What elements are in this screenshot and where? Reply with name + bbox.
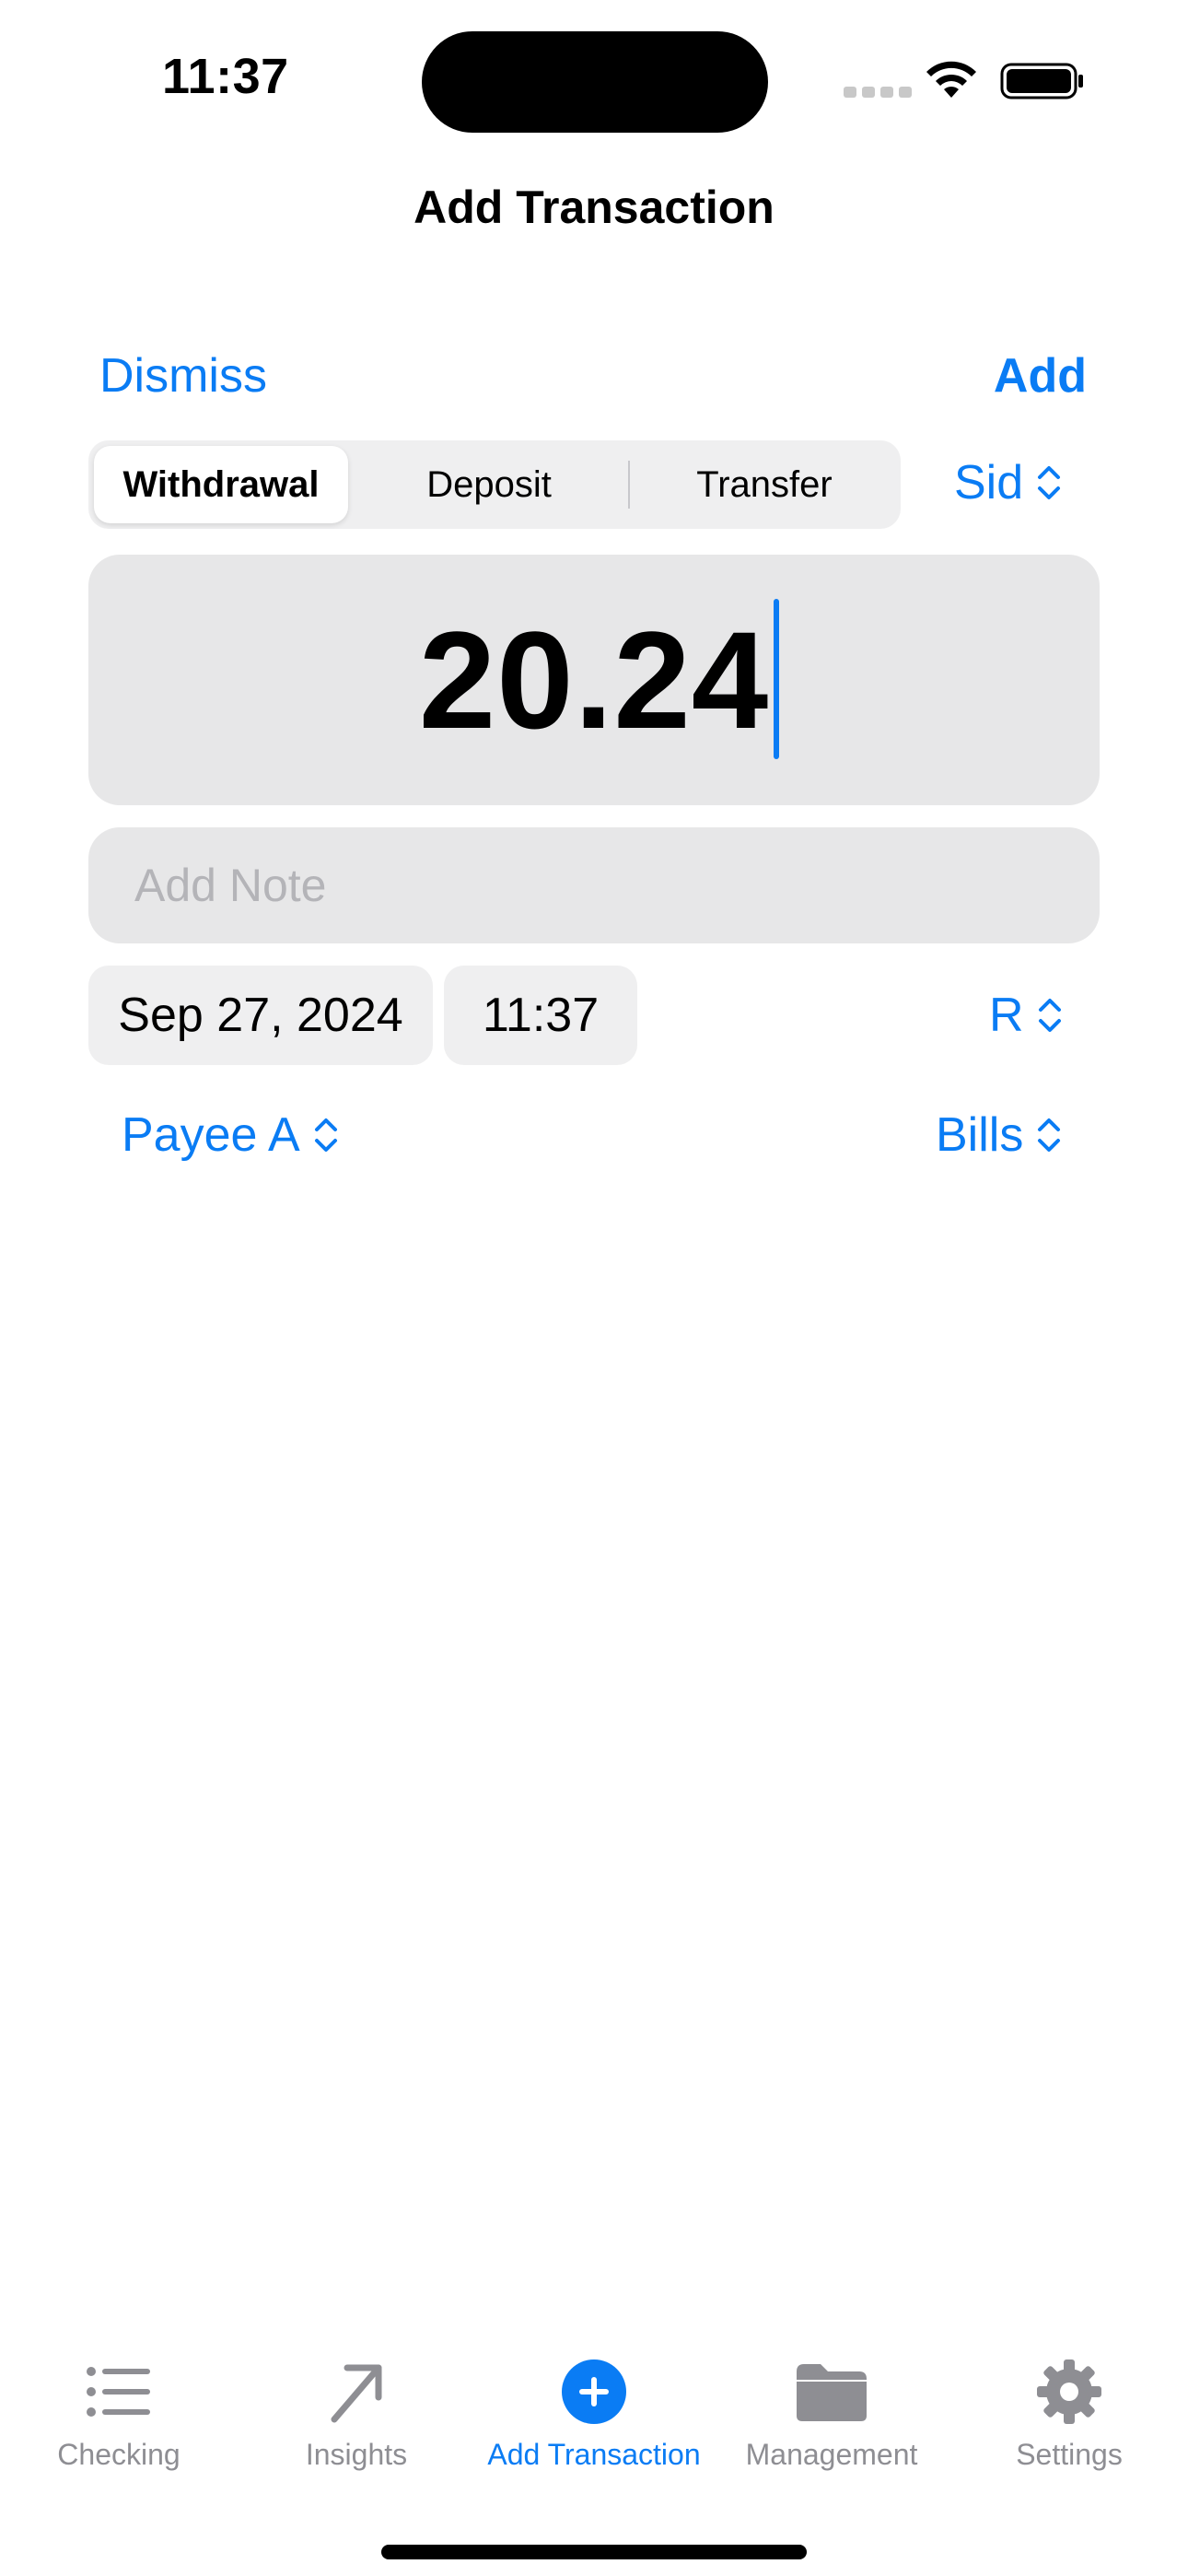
- text-cursor: [774, 599, 779, 759]
- segment-divider: [628, 461, 630, 509]
- chevron-up-down-icon: [1038, 1118, 1061, 1152]
- tab-add-transaction[interactable]: Add Transaction: [475, 2359, 713, 2472]
- tab-insights[interactable]: Insights: [238, 2359, 475, 2472]
- chevron-up-down-icon: [1038, 466, 1061, 499]
- tab-settings[interactable]: Settings: [950, 2359, 1188, 2472]
- tab-management-label: Management: [745, 2438, 918, 2471]
- payee-picker-value: Payee A: [122, 1108, 300, 1162]
- tab-management[interactable]: Management: [713, 2359, 950, 2472]
- wifi-icon: [926, 61, 976, 98]
- reconcile-picker[interactable]: R: [989, 988, 1063, 1043]
- time-picker-button[interactable]: 11:37: [444, 966, 637, 1065]
- tab-insights-label: Insights: [305, 2438, 408, 2471]
- note-placeholder: Add Note: [134, 860, 327, 911]
- reconcile-picker-value: R: [989, 989, 1024, 1042]
- dynamic-island: [422, 31, 768, 133]
- battery-icon: [1000, 63, 1083, 100]
- date-picker-button[interactable]: Sep 27, 2024: [88, 966, 433, 1065]
- chevron-up-down-icon: [314, 1118, 337, 1152]
- status-time: 11:37: [162, 49, 289, 104]
- amount-value: 20.24: [418, 603, 770, 757]
- chevron-up-down-icon: [1038, 999, 1061, 1032]
- cellular-signal-icon: [844, 87, 912, 100]
- segment-withdrawal[interactable]: Withdrawal: [94, 440, 348, 529]
- account-picker[interactable]: Sid: [954, 455, 1062, 510]
- arrow-up-right-icon: [331, 2364, 382, 2423]
- segment-transfer[interactable]: Transfer: [634, 440, 895, 529]
- home-indicator: [381, 2545, 807, 2559]
- plus-circle-icon: [562, 2359, 626, 2424]
- note-field[interactable]: Add Note: [88, 827, 1100, 943]
- tab-checking[interactable]: Checking: [0, 2359, 238, 2472]
- add-button[interactable]: Add: [994, 348, 1087, 404]
- category-picker[interactable]: Bills: [936, 1107, 1062, 1163]
- segment-deposit[interactable]: Deposit: [355, 440, 623, 529]
- amount-field[interactable]: 20.24: [88, 555, 1100, 805]
- tab-add-transaction-label: Add Transaction: [487, 2438, 701, 2471]
- gear-icon: [1037, 2359, 1101, 2424]
- category-picker-value: Bills: [936, 1108, 1024, 1162]
- dismiss-button[interactable]: Dismiss: [99, 348, 267, 404]
- tab-settings-label: Settings: [1016, 2438, 1123, 2471]
- list-icon: [87, 2367, 150, 2417]
- account-picker-value: Sid: [954, 456, 1024, 509]
- transaction-type-segmented-control: Withdrawal Deposit Transfer: [88, 440, 901, 529]
- payee-picker[interactable]: Payee A: [122, 1107, 339, 1163]
- folder-icon: [797, 2364, 867, 2421]
- tab-checking-label: Checking: [57, 2438, 181, 2471]
- page-title: Add Transaction: [413, 181, 775, 233]
